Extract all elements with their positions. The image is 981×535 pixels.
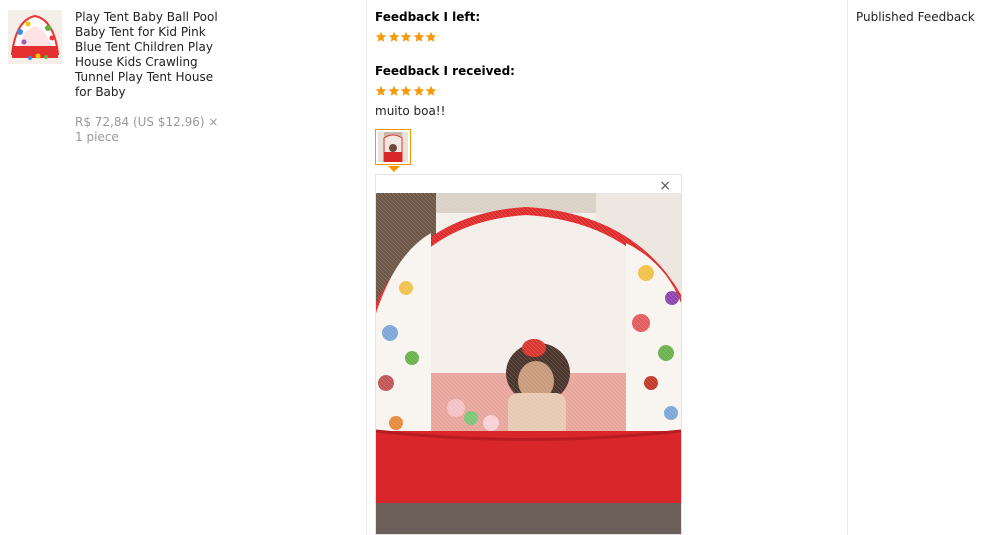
- close-icon[interactable]: ×: [659, 178, 671, 194]
- column-divider-right: [847, 0, 848, 535]
- product-title[interactable]: Play Tent Baby Ball Pool Baby Tent for K…: [75, 10, 225, 100]
- thumbnail-pointer: [388, 166, 400, 172]
- feedback-status: Published Feedback: [856, 10, 975, 24]
- star-icon: [388, 31, 399, 42]
- star-icon: [413, 85, 424, 96]
- feedback-left-stars: ·: [375, 31, 441, 43]
- star-icon: [400, 31, 412, 42]
- column-divider-left: [366, 0, 367, 535]
- star-icon: [425, 85, 437, 96]
- star-icon: [375, 85, 387, 96]
- feedback-left-label: Feedback I left:: [375, 10, 481, 24]
- star-icon: [425, 31, 437, 42]
- star-icon: [388, 85, 399, 96]
- star-rating-end-mark: ·: [437, 86, 441, 95]
- feedback-received-stars: ·: [375, 85, 441, 97]
- feedback-photo: [376, 193, 681, 534]
- feedback-photo-thumbnail[interactable]: [375, 129, 411, 165]
- product-price: R$ 72,84 (US $12.96) × 1 piece: [75, 115, 219, 144]
- star-icon: [413, 31, 424, 42]
- photo-viewer: ×: [375, 174, 682, 535]
- feedback-comment: muito boa!!: [375, 104, 446, 118]
- tent-product-image-icon: [8, 10, 62, 64]
- star-icon: [400, 85, 412, 96]
- child-in-tent-large-photo: [376, 193, 681, 534]
- star-rating-end-mark: ·: [437, 32, 441, 41]
- star-icon: [375, 31, 387, 42]
- child-in-tent-photo-icon: [378, 132, 408, 162]
- feedback-received-label: Feedback I received:: [375, 64, 515, 78]
- product-thumbnail[interactable]: [8, 10, 62, 64]
